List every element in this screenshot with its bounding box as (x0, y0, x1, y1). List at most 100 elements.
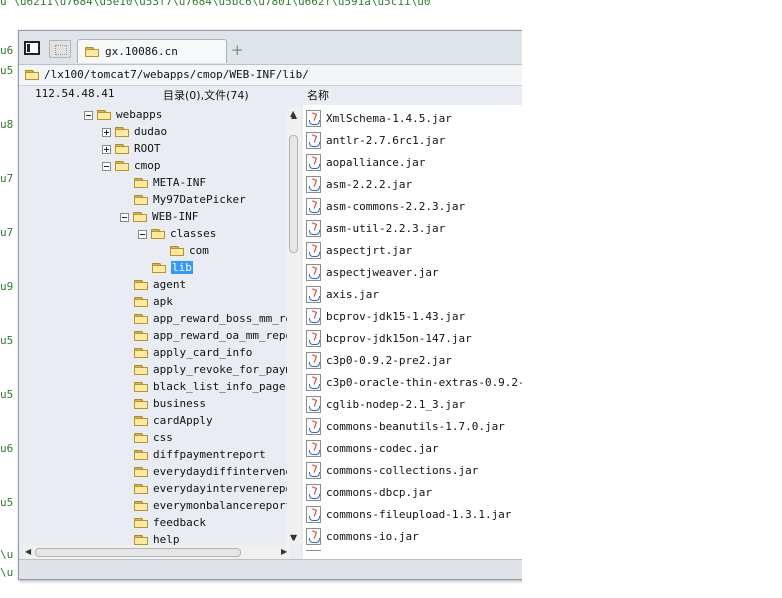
file-item[interactable]: commons-io.jar (304, 525, 523, 547)
folder-icon (152, 262, 167, 273)
file-item[interactable]: XmlSchema-1.4.5.jar (304, 107, 523, 129)
tree-item[interactable]: css (21, 430, 291, 446)
tree-scroll-thumb[interactable] (289, 135, 298, 253)
list-scroll-down-arrow-icon[interactable]: ▼ (291, 533, 297, 542)
tree-item[interactable]: cmop (21, 158, 291, 174)
new-tab-button[interactable]: + (231, 41, 244, 59)
tree-item[interactable]: everymonbalancereport (21, 498, 291, 514)
file-item[interactable]: aspectjweaver.jar (304, 261, 523, 283)
current-path[interactable]: /lx100/tomcat7/webapps/cmop/WEB-INF/lib/ (44, 68, 309, 81)
scroll-left-arrow-icon[interactable]: ◀ (25, 547, 31, 556)
java-jar-icon (306, 462, 321, 479)
file-item[interactable]: asm-2.2.2.jar (304, 173, 523, 195)
java-jar-icon (306, 132, 321, 149)
file-name: commons-dbcp.jar (326, 486, 432, 499)
background-code-fragment: u6 (0, 442, 14, 455)
collapse-icon[interactable] (102, 162, 111, 171)
tree-item[interactable]: cardApply (21, 413, 291, 429)
tree-item[interactable]: apply_card_info (21, 345, 291, 361)
list-scroll-up-arrow-icon[interactable]: ▲ (291, 111, 297, 120)
tree-item[interactable]: My97DatePicker (21, 192, 291, 208)
file-item[interactable]: antlr-2.7.6rc1.jar (304, 129, 523, 151)
collapse-icon[interactable] (84, 111, 93, 120)
file-name: aspectjrt.jar (326, 244, 413, 257)
tree-horizontal-scrollbar[interactable]: ◀ ▶ (23, 545, 291, 559)
tree-item[interactable]: apk (21, 294, 291, 310)
file-item[interactable]: aspectjrt.jar (304, 239, 523, 261)
tree-item[interactable]: com (21, 243, 291, 259)
tree-item[interactable]: classes (21, 226, 291, 242)
tree-item[interactable]: app_reward_oa_mm_repor (21, 328, 291, 344)
file-item[interactable]: aopalliance.jar (304, 151, 523, 173)
folder-icon (134, 347, 149, 358)
background-code-fragment: u9 (0, 280, 14, 293)
file-item[interactable]: axis.jar (304, 283, 523, 305)
ftp-file-browser-window: gx.10086.cn + /lx100/tomcat7/webapps/cmo… (18, 30, 524, 580)
tree-item[interactable]: lib (21, 260, 291, 276)
file-item[interactable]: bcprov-jdk15on-147.jar (304, 327, 523, 349)
expand-icon[interactable] (102, 145, 111, 154)
expand-icon[interactable] (102, 128, 111, 137)
tree-item[interactable]: ROOT (21, 141, 291, 157)
folder-icon (134, 398, 149, 409)
tree-item-label: everydaydiffintervener (153, 465, 291, 478)
folder-icon (134, 415, 149, 426)
directory-tree[interactable]: webapps dudao ROOT cmop META-INF My97DatePick… (21, 107, 291, 545)
tree-item[interactable]: META-INF (21, 175, 291, 191)
file-item[interactable] (304, 547, 523, 551)
tree-item-label: feedback (153, 516, 206, 529)
tree-item[interactable]: everydayintervenerepor (21, 481, 291, 497)
file-item[interactable]: bcprov-jdk15-1.43.jar (304, 305, 523, 327)
file-list[interactable]: XmlSchema-1.4.5.jar antlr-2.7.6rc1.jar aop… (304, 107, 523, 551)
folder-icon (115, 143, 130, 154)
folder-icon (134, 194, 149, 205)
tree-vertical-scrollbar[interactable]: ▲ ▼ (287, 107, 301, 545)
file-item[interactable]: commons-collections.jar (304, 459, 523, 481)
tree-item[interactable]: diffpaymentreport (21, 447, 291, 463)
tree-item[interactable]: agent (21, 277, 291, 293)
tree-item[interactable]: feedback (21, 515, 291, 531)
folder-icon (115, 126, 130, 137)
tree-item[interactable]: app_reward_boss_mm_rep (21, 311, 291, 327)
tree-hscroll-thumb[interactable] (35, 548, 241, 557)
background-code-fragment: u5 (0, 496, 14, 509)
file-item[interactable]: commons-beanutils-1.7.0.jar (304, 415, 523, 437)
background-code-fragment: u5 (0, 388, 14, 401)
file-item[interactable]: asm-util-2.2.3.jar (304, 217, 523, 239)
folder-icon (134, 500, 149, 511)
tree-item[interactable]: business (21, 396, 291, 412)
tree-item[interactable]: dudao (21, 124, 291, 140)
folder-icon (134, 466, 149, 477)
collapse-icon[interactable] (120, 213, 129, 222)
file-item[interactable]: c3p0-0.9.2-pre2.jar (304, 349, 523, 371)
file-item[interactable]: asm-commons-2.2.3.jar (304, 195, 523, 217)
sidebar-toggle-button[interactable] (24, 41, 40, 55)
tree-item[interactable]: apply_revoke_for_payme (21, 362, 291, 378)
file-name: axis.jar (326, 288, 379, 301)
background-code-fragment: u7 (0, 172, 14, 185)
file-item[interactable]: commons-codec.jar (304, 437, 523, 459)
file-item[interactable]: commons-fileupload-1.3.1.jar (304, 503, 523, 525)
collapse-icon[interactable] (138, 230, 147, 239)
folder-icon (134, 313, 149, 324)
tree-item[interactable]: webapps (21, 107, 291, 123)
folder-icon (170, 245, 185, 256)
java-jar-icon (306, 330, 321, 347)
file-item[interactable]: c3p0-oracle-thin-extras-0.9.2-pre2.jar (304, 371, 523, 393)
tree-item[interactable]: everydaydiffintervener (21, 464, 291, 480)
tree-item[interactable]: WEB-INF (21, 209, 291, 225)
file-item[interactable]: commons-dbcp.jar (304, 481, 523, 503)
status-bar (19, 559, 523, 579)
tree-item[interactable]: help (21, 532, 291, 545)
tree-item-label: agent (153, 278, 187, 291)
tree-item[interactable]: black_list_info_page (21, 379, 291, 395)
java-jar-icon (306, 242, 321, 259)
folder-icon (134, 517, 149, 528)
file-item[interactable]: cglib-nodep-2.1_3.jar (304, 393, 523, 415)
path-bar[interactable]: /lx100/tomcat7/webapps/cmop/WEB-INF/lib/ (19, 65, 523, 86)
scroll-right-arrow-icon[interactable]: ▶ (281, 547, 287, 556)
name-column-header[interactable]: 名称 (307, 87, 329, 105)
tree-item-label: classes (170, 227, 217, 240)
tab-gx-10086[interactable]: gx.10086.cn (77, 39, 227, 63)
blank-tab-button[interactable] (49, 40, 71, 58)
